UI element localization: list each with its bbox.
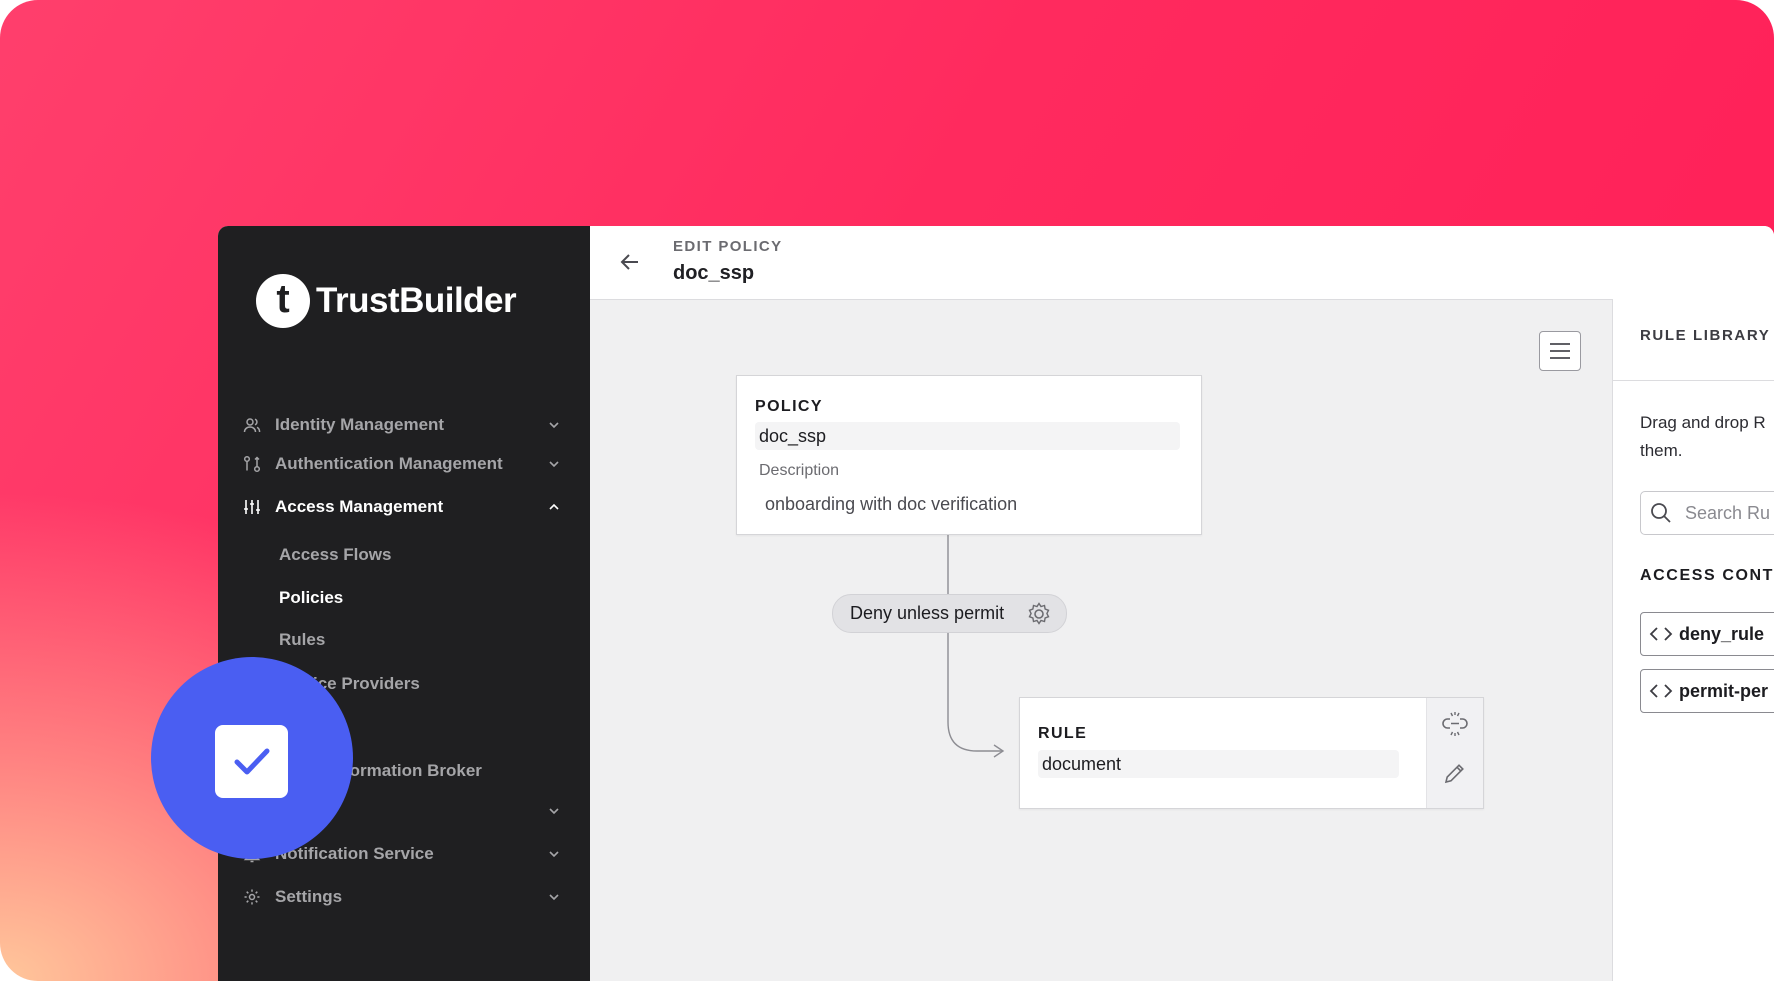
users-icon	[242, 415, 262, 435]
sidebar-item-label: Access Management	[275, 497, 444, 516]
code-icon	[1649, 627, 1673, 641]
search-placeholder: Search Ru	[1685, 502, 1771, 523]
app-window: t TrustBuilder Identity Management Authe…	[218, 226, 1774, 981]
sliders-icon	[242, 497, 262, 517]
combining-algorithm-label: Deny unless permit	[850, 603, 1005, 623]
library-rule-label: permit-per	[1679, 680, 1769, 701]
sidebar-item-authentication-management[interactable]: Authentication Management	[242, 449, 562, 479]
logo-mark: t	[256, 274, 310, 328]
policy-card[interactable]: POLICY doc_ssp Description onboarding wi…	[736, 375, 1202, 535]
sidebar-item-label: Identity Management	[275, 415, 445, 434]
sidebar-item-label: Authentication Management	[275, 454, 503, 473]
chevron-down-icon	[549, 422, 559, 429]
sidebar-item-settings[interactable]: Settings	[242, 882, 562, 912]
sidebar-subitem-policies[interactable]: Policies	[279, 588, 343, 608]
code-icon	[1649, 684, 1673, 698]
help-line-1: Drag and drop R	[1640, 413, 1766, 432]
chevron-down-icon	[549, 894, 559, 901]
search-icon	[1651, 503, 1671, 523]
help-line-2: them.	[1640, 441, 1683, 460]
rule-toolbar	[1426, 698, 1483, 808]
rule-search-input[interactable]: Search Ru	[1640, 491, 1774, 535]
chevron-down-icon	[549, 461, 559, 468]
policy-editor: EDIT POLICY doc_ssp POLICY doc_ssp Descr…	[590, 226, 1774, 981]
checkmark-icon	[234, 748, 269, 774]
library-rule-item[interactable]: deny_rule	[1640, 612, 1774, 656]
rule-card[interactable]: RULE document	[1019, 697, 1484, 809]
chevron-up-icon	[549, 503, 559, 510]
rule-library-section-title: ACCESS CONT	[1640, 567, 1774, 584]
gear-icon[interactable]	[1026, 601, 1052, 627]
logo-mark-letter: t	[276, 277, 290, 321]
rule-card-label: RULE	[1038, 725, 1088, 742]
auth-flow-icon	[242, 454, 262, 474]
description-label: Description	[759, 462, 840, 479]
chevron-down-icon	[549, 851, 559, 858]
library-rule-label: deny_rule	[1679, 623, 1765, 644]
divider	[1613, 380, 1774, 381]
combining-algorithm-pill[interactable]: Deny unless permit	[832, 594, 1067, 633]
unlink-icon[interactable]	[1441, 710, 1469, 738]
logo: t TrustBuilder	[256, 274, 517, 328]
policy-name-field[interactable]: doc_ssp	[755, 422, 1180, 450]
rule-library-title: RULE LIBRARY	[1640, 327, 1771, 344]
library-rule-item[interactable]: permit-per	[1640, 669, 1774, 713]
sidebar-item-label: Settings	[275, 887, 343, 906]
sidebar: t TrustBuilder Identity Management Authe…	[218, 226, 590, 981]
sidebar-item-access-management[interactable]: Access Management	[242, 492, 562, 522]
sidebar-subitem-rules[interactable]: Rules	[279, 630, 325, 650]
description-value[interactable]: onboarding with doc verification	[765, 494, 1017, 515]
rule-name-field[interactable]: document	[1038, 750, 1399, 778]
sidebar-item-identity-management[interactable]: Identity Management	[242, 410, 562, 440]
gear-icon	[242, 887, 262, 907]
checkbox-checked-icon	[215, 725, 288, 798]
flow-connector	[947, 473, 1005, 758]
logo-text: TrustBuilder	[316, 281, 517, 320]
rule-library-panel: RULE LIBRARY Drag and drop R them. Searc…	[1612, 299, 1774, 981]
rule-library-help: Drag and drop R them.	[1640, 409, 1774, 465]
pencil-icon[interactable]	[1442, 760, 1468, 786]
policy-card-label: POLICY	[755, 398, 823, 415]
chevron-down-icon	[549, 808, 559, 815]
sidebar-subitem-service-providers[interactable]: ice Providers	[313, 674, 420, 694]
sidebar-subitem-access-flows[interactable]: Access Flows	[279, 545, 391, 565]
sidebar-subitem-information-broker[interactable]: formation Broker	[344, 761, 482, 781]
